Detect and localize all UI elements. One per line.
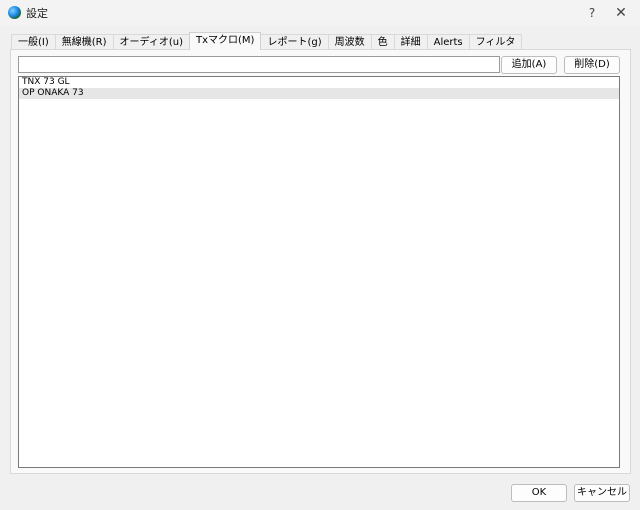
tab-radio[interactable]: 無線機(R) bbox=[54, 34, 114, 50]
macro-list[interactable]: TNX 73 GL OP ONAKA 73 bbox=[18, 76, 620, 468]
window-title: 設定 bbox=[26, 7, 48, 20]
tab-strip: 一般(I) 無線機(R) オーディオ(u) Txマクロ(M) レポート(g) 周… bbox=[11, 32, 523, 50]
tab-colors[interactable]: 色 bbox=[370, 34, 395, 50]
add-macro-button[interactable]: 追加(A) bbox=[501, 56, 557, 74]
tab-filters[interactable]: フィルタ bbox=[468, 34, 523, 50]
help-button[interactable]: ? bbox=[582, 3, 602, 23]
tab-tx-macros[interactable]: Txマクロ(M) bbox=[188, 32, 262, 50]
title-bar: 設定 ? ✕ bbox=[0, 0, 640, 26]
macro-text-input[interactable] bbox=[18, 56, 500, 73]
macro-list-item[interactable]: TNX 73 GL bbox=[19, 77, 619, 88]
tab-advanced[interactable]: 詳細 bbox=[393, 34, 428, 50]
tab-audio[interactable]: オーディオ(u) bbox=[112, 34, 190, 50]
delete-macro-button[interactable]: 削除(D) bbox=[564, 56, 620, 74]
macro-list-item-selected[interactable]: OP ONAKA 73 bbox=[19, 88, 619, 99]
ok-button[interactable]: OK bbox=[511, 484, 567, 502]
tab-frequencies[interactable]: 周波数 bbox=[327, 34, 372, 50]
tab-alerts[interactable]: Alerts bbox=[426, 34, 470, 50]
cancel-button[interactable]: キャンセル bbox=[574, 484, 630, 502]
close-button[interactable]: ✕ bbox=[610, 3, 632, 23]
tab-reporting[interactable]: レポート(g) bbox=[260, 34, 329, 50]
tab-general[interactable]: 一般(I) bbox=[11, 34, 56, 50]
app-logo-icon bbox=[8, 6, 21, 19]
